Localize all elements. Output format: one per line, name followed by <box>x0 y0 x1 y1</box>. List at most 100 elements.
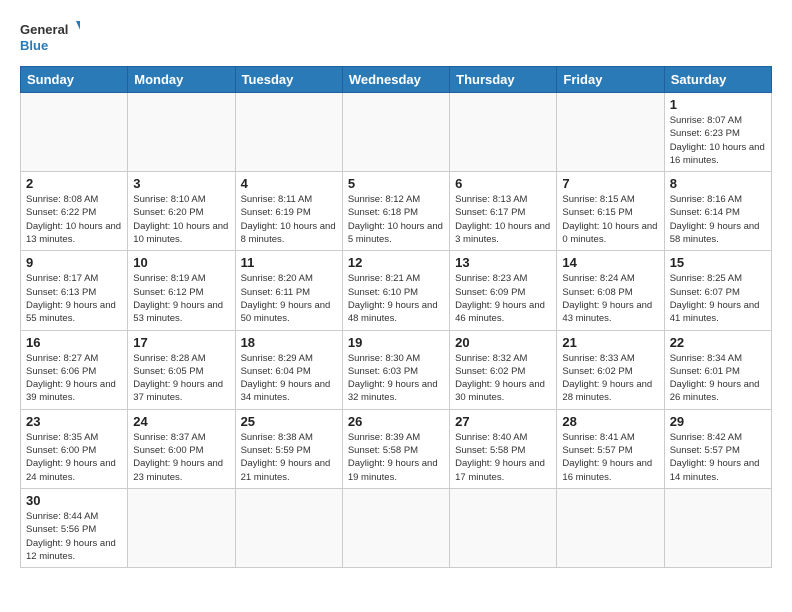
day-number: 1 <box>670 97 766 112</box>
day-info: Sunrise: 8:07 AM Sunset: 6:23 PM Dayligh… <box>670 114 766 167</box>
day-cell: 19 Sunrise: 8:30 AM Sunset: 6:03 PM Dayli… <box>342 330 449 409</box>
day-info: Sunrise: 8:38 AM Sunset: 5:59 PM Dayligh… <box>241 431 337 484</box>
day-cell: 27Sunrise: 8:40 AM Sunset: 5:58 PM Dayli… <box>450 409 557 488</box>
week-row-1: 1 Sunrise: 8:07 AM Sunset: 6:23 PM Daylig… <box>21 93 772 172</box>
weekday-monday: Monday <box>128 67 235 93</box>
page: General Blue SundayMondayTuesdayWednesda… <box>0 0 792 612</box>
day-cell: 17Sunrise: 8:28 AM Sunset: 6:05 PM Dayli… <box>128 330 235 409</box>
logo: General Blue <box>20 16 80 56</box>
day-number: 27 <box>455 414 551 429</box>
day-cell: 23Sunrise: 8:35 AM Sunset: 6:00 PM Dayli… <box>21 409 128 488</box>
day-info: Sunrise: 8:34 AM Sunset: 6:01 PM Dayligh… <box>670 352 766 405</box>
day-cell: 11 Sunrise: 8:20 AM Sunset: 6:11 PM Dayli… <box>235 251 342 330</box>
day-info: Sunrise: 8:37 AM Sunset: 6:00 PM Dayligh… <box>133 431 229 484</box>
day-cell <box>450 488 557 567</box>
day-info: Sunrise: 8:32 AM Sunset: 6:02 PM Dayligh… <box>455 352 551 405</box>
day-cell <box>664 488 771 567</box>
day-info: Sunrise: 8:44 AM Sunset: 5:56 PM Dayligh… <box>26 510 122 563</box>
day-info: Sunrise: 8:16 AM Sunset: 6:14 PM Dayligh… <box>670 193 766 246</box>
day-number: 14 <box>562 255 658 270</box>
day-number: 10 <box>133 255 229 270</box>
day-cell: 25 Sunrise: 8:38 AM Sunset: 5:59 PM Dayli… <box>235 409 342 488</box>
day-number: 22 <box>670 335 766 350</box>
calendar-table: SundayMondayTuesdayWednesdayThursdayFrid… <box>20 66 772 568</box>
day-number: 19 <box>348 335 444 350</box>
day-info: Sunrise: 8:17 AM Sunset: 6:13 PM Dayligh… <box>26 272 122 325</box>
day-number: 7 <box>562 176 658 191</box>
day-cell <box>557 93 664 172</box>
day-info: Sunrise: 8:41 AM Sunset: 5:57 PM Dayligh… <box>562 431 658 484</box>
svg-text:General: General <box>20 22 68 37</box>
day-cell <box>128 488 235 567</box>
day-cell <box>342 93 449 172</box>
day-info: Sunrise: 8:20 AM Sunset: 6:11 PM Dayligh… <box>241 272 337 325</box>
day-number: 17 <box>133 335 229 350</box>
weekday-header-row: SundayMondayTuesdayWednesdayThursdayFrid… <box>21 67 772 93</box>
week-row-2: 2 Sunrise: 8:08 AM Sunset: 6:22 PM Daylig… <box>21 172 772 251</box>
day-cell: 16 Sunrise: 8:27 AM Sunset: 6:06 PM Dayli… <box>21 330 128 409</box>
weekday-friday: Friday <box>557 67 664 93</box>
day-cell: 3 Sunrise: 8:10 AM Sunset: 6:20 PM Daylig… <box>128 172 235 251</box>
day-info: Sunrise: 8:15 AM Sunset: 6:15 PM Dayligh… <box>562 193 658 246</box>
day-info: Sunrise: 8:23 AM Sunset: 6:09 PM Dayligh… <box>455 272 551 325</box>
day-cell <box>557 488 664 567</box>
day-number: 25 <box>241 414 337 429</box>
day-cell <box>128 93 235 172</box>
day-cell: 2 Sunrise: 8:08 AM Sunset: 6:22 PM Daylig… <box>21 172 128 251</box>
day-number: 18 <box>241 335 337 350</box>
day-cell: 30 Sunrise: 8:44 AM Sunset: 5:56 PM Dayli… <box>21 488 128 567</box>
day-number: 2 <box>26 176 122 191</box>
day-cell <box>450 93 557 172</box>
day-info: Sunrise: 8:30 AM Sunset: 6:03 PM Dayligh… <box>348 352 444 405</box>
week-row-6: 30 Sunrise: 8:44 AM Sunset: 5:56 PM Dayli… <box>21 488 772 567</box>
week-row-5: 23Sunrise: 8:35 AM Sunset: 6:00 PM Dayli… <box>21 409 772 488</box>
day-info: Sunrise: 8:21 AM Sunset: 6:10 PM Dayligh… <box>348 272 444 325</box>
day-cell: 24 Sunrise: 8:37 AM Sunset: 6:00 PM Dayli… <box>128 409 235 488</box>
day-cell <box>235 488 342 567</box>
week-row-3: 9 Sunrise: 8:17 AM Sunset: 6:13 PM Daylig… <box>21 251 772 330</box>
day-number: 11 <box>241 255 337 270</box>
day-cell: 14Sunrise: 8:24 AM Sunset: 6:08 PM Dayli… <box>557 251 664 330</box>
weekday-tuesday: Tuesday <box>235 67 342 93</box>
day-number: 6 <box>455 176 551 191</box>
day-info: Sunrise: 8:27 AM Sunset: 6:06 PM Dayligh… <box>26 352 122 405</box>
svg-text:Blue: Blue <box>20 38 48 53</box>
day-number: 23 <box>26 414 122 429</box>
day-info: Sunrise: 8:42 AM Sunset: 5:57 PM Dayligh… <box>670 431 766 484</box>
header: General Blue <box>20 16 772 56</box>
day-cell: 10 Sunrise: 8:19 AM Sunset: 6:12 PM Dayli… <box>128 251 235 330</box>
day-number: 20 <box>455 335 551 350</box>
day-cell: 18Sunrise: 8:29 AM Sunset: 6:04 PM Dayli… <box>235 330 342 409</box>
day-info: Sunrise: 8:33 AM Sunset: 6:02 PM Dayligh… <box>562 352 658 405</box>
day-number: 16 <box>26 335 122 350</box>
day-cell <box>342 488 449 567</box>
day-number: 12 <box>348 255 444 270</box>
day-cell: 21 Sunrise: 8:33 AM Sunset: 6:02 PM Dayli… <box>557 330 664 409</box>
day-info: Sunrise: 8:25 AM Sunset: 6:07 PM Dayligh… <box>670 272 766 325</box>
day-number: 30 <box>26 493 122 508</box>
day-info: Sunrise: 8:39 AM Sunset: 5:58 PM Dayligh… <box>348 431 444 484</box>
day-number: 3 <box>133 176 229 191</box>
day-info: Sunrise: 8:10 AM Sunset: 6:20 PM Dayligh… <box>133 193 229 246</box>
day-number: 26 <box>348 414 444 429</box>
day-cell: 12 Sunrise: 8:21 AM Sunset: 6:10 PM Dayli… <box>342 251 449 330</box>
day-number: 29 <box>670 414 766 429</box>
day-cell: 13Sunrise: 8:23 AM Sunset: 6:09 PM Dayli… <box>450 251 557 330</box>
day-cell: 6Sunrise: 8:13 AM Sunset: 6:17 PM Daylig… <box>450 172 557 251</box>
day-info: Sunrise: 8:12 AM Sunset: 6:18 PM Dayligh… <box>348 193 444 246</box>
day-info: Sunrise: 8:19 AM Sunset: 6:12 PM Dayligh… <box>133 272 229 325</box>
day-number: 8 <box>670 176 766 191</box>
day-cell <box>235 93 342 172</box>
day-cell: 22 Sunrise: 8:34 AM Sunset: 6:01 PM Dayli… <box>664 330 771 409</box>
day-number: 9 <box>26 255 122 270</box>
day-cell: 7 Sunrise: 8:15 AM Sunset: 6:15 PM Daylig… <box>557 172 664 251</box>
day-cell: 9 Sunrise: 8:17 AM Sunset: 6:13 PM Daylig… <box>21 251 128 330</box>
day-number: 24 <box>133 414 229 429</box>
day-info: Sunrise: 8:08 AM Sunset: 6:22 PM Dayligh… <box>26 193 122 246</box>
weekday-thursday: Thursday <box>450 67 557 93</box>
day-cell: 4Sunrise: 8:11 AM Sunset: 6:19 PM Daylig… <box>235 172 342 251</box>
day-cell: 28Sunrise: 8:41 AM Sunset: 5:57 PM Dayli… <box>557 409 664 488</box>
day-number: 5 <box>348 176 444 191</box>
day-number: 21 <box>562 335 658 350</box>
day-cell: 29 Sunrise: 8:42 AM Sunset: 5:57 PM Dayli… <box>664 409 771 488</box>
